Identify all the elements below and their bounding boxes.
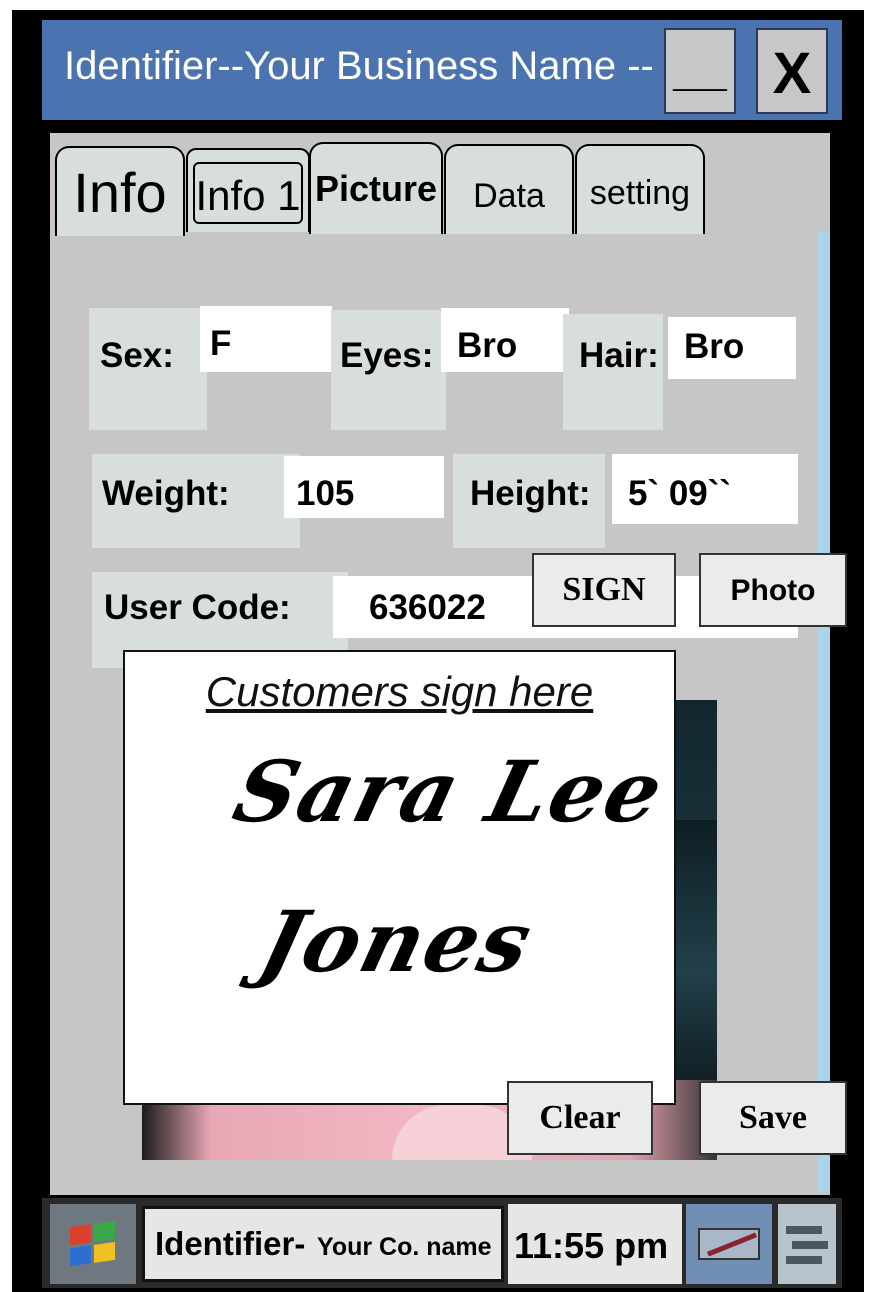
taskbar-app-button[interactable]: Identifier- Your Co. name: [142, 1206, 504, 1282]
clear-button[interactable]: Clear: [507, 1081, 653, 1155]
sign-button[interactable]: SIGN: [532, 553, 676, 627]
save-button[interactable]: Save: [699, 1081, 847, 1155]
keyboard-menu-icon: [786, 1226, 828, 1266]
tab-info-1[interactable]: Info 1: [186, 148, 310, 232]
tab-info[interactable]: Info: [55, 146, 185, 236]
tab-info-1-label: Info 1: [195, 172, 301, 219]
device-frame: Identifier--Your Business Name -- __ X I…: [0, 0, 875, 1292]
title-bar: Identifier--Your Business Name -- __ X: [42, 20, 842, 120]
taskbar-clock: 11:55 pm: [508, 1204, 682, 1284]
panel-scroll-edge: [818, 232, 830, 1192]
window-title: Identifier--Your Business Name --: [64, 44, 654, 88]
sex-input[interactable]: F: [200, 306, 332, 372]
signature-line-2: Jones: [250, 892, 543, 991]
signature-line-1: Sara Lee: [224, 742, 675, 841]
height-input[interactable]: 5` 09``: [612, 454, 798, 524]
input-panel-button[interactable]: [686, 1204, 772, 1284]
hair-input[interactable]: Bro: [668, 317, 796, 379]
tab-picture[interactable]: Picture: [309, 142, 443, 234]
minimize-button[interactable]: __: [664, 28, 736, 114]
windows-logo-icon: [70, 1220, 116, 1267]
close-icon: X: [772, 41, 812, 106]
taskbar: Identifier- Your Co. name 11:55 pm: [42, 1198, 842, 1288]
minimize-icon: __: [673, 43, 727, 96]
hair-label: Hair:: [579, 336, 659, 375]
height-label: Height:: [470, 474, 591, 513]
taskbar-app-name: Identifier-: [155, 1225, 306, 1262]
photo-button[interactable]: Photo: [699, 553, 847, 627]
tab-setting[interactable]: setting: [575, 144, 705, 234]
close-button[interactable]: X: [756, 28, 828, 114]
eyes-input[interactable]: Bro: [441, 308, 569, 372]
taskbar-app-sub: Your Co. name: [317, 1233, 492, 1261]
signature-prompt: Customers sign here: [205, 668, 594, 715]
weight-label: Weight:: [102, 474, 230, 513]
signature-pad[interactable]: Customers sign here Sara Lee Jones: [123, 650, 676, 1105]
tab-data[interactable]: Data: [444, 144, 574, 234]
pen-input-icon: [698, 1228, 760, 1260]
start-button[interactable]: [50, 1204, 136, 1284]
weight-input[interactable]: 105: [284, 456, 444, 518]
eyes-label: Eyes:: [340, 336, 434, 375]
menu-button[interactable]: [778, 1204, 836, 1284]
sex-label: Sex:: [100, 336, 174, 375]
usercode-label: User Code:: [104, 588, 291, 627]
